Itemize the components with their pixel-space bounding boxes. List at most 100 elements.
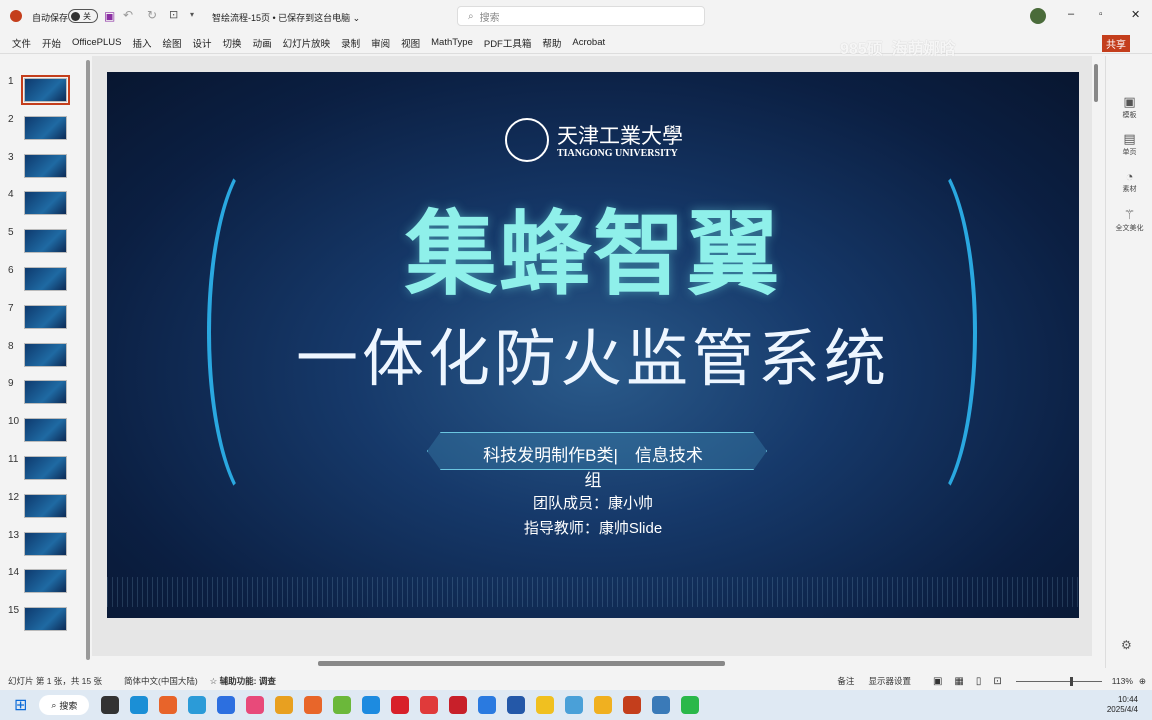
- tab-record[interactable]: 录制: [341, 36, 360, 50]
- taskbar-app-icon[interactable]: [188, 696, 207, 714]
- slide-1[interactable]: 天津工業大學 TIANGONG UNIVERSITY 集蜂智翼 一体化防火监管系…: [107, 72, 1079, 618]
- search-icon: ⌕: [468, 10, 474, 22]
- beautify-button[interactable]: ⚚ 全文美化: [1106, 207, 1152, 233]
- normal-view-icon[interactable]: ▣: [933, 676, 942, 687]
- thumbnail-image: [24, 304, 67, 329]
- taskbar-app-icon[interactable]: [652, 696, 671, 714]
- slideshow-view-icon[interactable]: ⊡: [993, 676, 1001, 687]
- tab-slideshow[interactable]: 幻灯片放映: [283, 36, 331, 50]
- slide-thumbnail[interactable]: 7: [0, 303, 84, 333]
- taskbar-app-icon[interactable]: [594, 696, 613, 714]
- slide-thumbnail[interactable]: 15: [0, 605, 84, 635]
- taskbar-app-icon[interactable]: [130, 696, 149, 714]
- present-icon[interactable]: ⊡: [169, 8, 178, 21]
- redo-icon[interactable]: ↻: [147, 8, 157, 22]
- slide-thumbnail[interactable]: 5: [0, 227, 84, 257]
- thumbnail-image: [24, 607, 67, 632]
- thumbnail-scrollbar[interactable]: [84, 56, 92, 668]
- search-placeholder: 搜索: [479, 12, 500, 24]
- taskbar-app-icon[interactable]: [159, 696, 178, 714]
- document-title[interactable]: 智绘流程-15页 • 已保存到这台电脑 ⌄: [212, 11, 360, 24]
- slide-thumbnail[interactable]: 13: [0, 530, 84, 560]
- tab-file[interactable]: 文件: [12, 36, 31, 50]
- search-box[interactable]: ⌕ 搜索: [457, 6, 705, 26]
- autosave-toggle[interactable]: 关: [68, 9, 98, 23]
- share-button[interactable]: 共享: [1102, 35, 1130, 52]
- taskbar-app-icon[interactable]: [420, 696, 439, 714]
- taskbar-app-icon[interactable]: [449, 696, 468, 714]
- taskbar-app-icon[interactable]: [391, 696, 410, 714]
- tab-transitions[interactable]: 切换: [223, 36, 242, 50]
- university-name-cn: 天津工業大學: [557, 124, 683, 148]
- taskbar-app-icon[interactable]: [333, 696, 352, 714]
- language[interactable]: 简体中文(中国大陆): [124, 675, 198, 687]
- taskbar-app-icon[interactable]: [507, 696, 526, 714]
- avatar[interactable]: [1030, 8, 1046, 24]
- taskbar-app-icon[interactable]: [536, 696, 555, 714]
- tab-view[interactable]: 视图: [401, 36, 420, 50]
- template-button[interactable]: ▣ 模板: [1106, 94, 1152, 120]
- slide-thumbnail[interactable]: 12: [0, 492, 84, 522]
- windows-start-icon[interactable]: ⊞: [14, 695, 27, 715]
- notes-button[interactable]: 备注: [837, 675, 854, 687]
- taskbar-app-icon[interactable]: [101, 696, 120, 714]
- taskbar-app-icon[interactable]: [681, 696, 700, 714]
- slide-number: 4: [8, 189, 14, 201]
- taskbar-app-icon[interactable]: [217, 696, 236, 714]
- slide-thumbnail[interactable]: 10: [0, 416, 84, 446]
- restore-button[interactable]: ▫: [1099, 9, 1103, 20]
- slide-thumbnail[interactable]: 6: [0, 265, 84, 295]
- thumbnail-image: [24, 456, 67, 480]
- taskbar-app-icon[interactable]: [565, 696, 584, 714]
- slide-thumbnail[interactable]: 4: [0, 189, 84, 219]
- tab-acrobat[interactable]: Acrobat: [572, 37, 605, 48]
- taskbar-app-icon[interactable]: [304, 696, 323, 714]
- tab-pdf-tools[interactable]: PDF工具箱: [484, 36, 532, 50]
- taskbar-app-icon[interactable]: [246, 696, 265, 714]
- taskbar-app-icon[interactable]: [478, 696, 497, 714]
- settings-icon[interactable]: ⚙: [1121, 638, 1132, 652]
- time: 10:44: [1117, 695, 1138, 704]
- tab-design[interactable]: 设计: [193, 36, 212, 50]
- slide-vertical-scrollbar[interactable]: [1092, 56, 1100, 656]
- tab-mathtype[interactable]: MathType: [431, 37, 473, 48]
- slide-thumbnail[interactable]: 2: [0, 114, 84, 144]
- single-page-button[interactable]: ▤ 单页: [1106, 131, 1152, 157]
- close-button[interactable]: ✕: [1131, 8, 1140, 21]
- clock[interactable]: 10:44 2025/4/4: [1107, 695, 1138, 715]
- slide-number: 1: [8, 76, 14, 87]
- taskbar-app-icon[interactable]: [275, 696, 294, 714]
- taskbar-app-icon[interactable]: [362, 696, 381, 714]
- designer-panel: ▣ 模板 ▤ 单页 ◔ 素材 ⚚ 全文美化 ⚙: [1105, 56, 1152, 668]
- tab-insert[interactable]: 插入: [133, 36, 152, 50]
- taskbar-app-icon[interactable]: [623, 696, 642, 714]
- assets-button[interactable]: ◔ 素材: [1106, 169, 1152, 194]
- horizontal-scrollbar[interactable]: [318, 661, 725, 666]
- display-settings-button[interactable]: 显示器设置: [868, 675, 911, 687]
- slide-thumbnail[interactable]: 8: [0, 341, 84, 371]
- taskbar: ⊞ ⌕ 搜索 10:44 2025/4/4: [0, 690, 1152, 720]
- zoom-slider[interactable]: [1015, 676, 1102, 686]
- slide-thumbnail[interactable]: 14: [0, 567, 84, 597]
- tab-animations[interactable]: 动画: [253, 36, 272, 50]
- tab-officeplus[interactable]: OfficePLUS: [72, 37, 121, 48]
- taskbar-search[interactable]: ⌕ 搜索: [39, 695, 90, 715]
- tab-help[interactable]: 帮助: [542, 36, 561, 50]
- tab-review[interactable]: 审阅: [371, 36, 390, 50]
- accessibility[interactable]: ☆ 辅助功能: 调查: [210, 675, 276, 687]
- slide-thumbnail[interactable]: 3: [0, 152, 84, 182]
- slide-thumbnail[interactable]: 11: [0, 454, 84, 484]
- fit-slide-icon[interactable]: ⊕: [1139, 676, 1146, 687]
- tab-draw[interactable]: 绘图: [163, 36, 182, 50]
- slide-thumbnail[interactable]: 9: [0, 378, 84, 408]
- zoom-level[interactable]: 113%: [1112, 676, 1133, 686]
- sorter-view-icon[interactable]: ▦: [954, 676, 963, 687]
- thumbnail-image: [21, 75, 70, 105]
- save-icon[interactable]: ▣: [104, 9, 115, 23]
- customize-toolbar-icon[interactable]: ▾: [190, 10, 194, 19]
- minimize-button[interactable]: –: [1068, 8, 1074, 20]
- reading-view-icon[interactable]: ▯: [976, 676, 982, 687]
- tab-home[interactable]: 开始: [42, 36, 61, 50]
- undo-icon[interactable]: ↶: [123, 8, 133, 22]
- slide-thumbnail[interactable]: 1: [0, 75, 84, 106]
